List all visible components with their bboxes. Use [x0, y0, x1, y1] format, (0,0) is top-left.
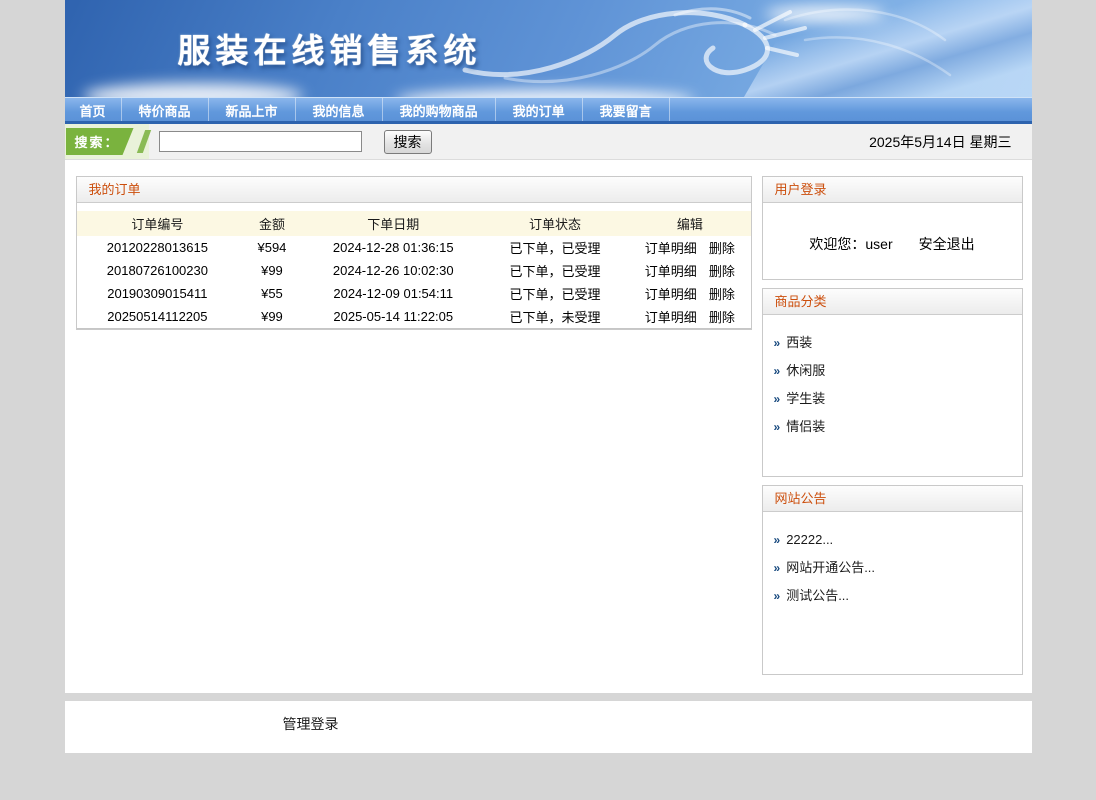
order-delete-link[interactable]: 删除 [709, 264, 735, 279]
category-list: » 西装 » 休闲服 » 学生装 » 情侣装 [763, 315, 1022, 476]
list-item: » 休闲服 [774, 357, 1022, 385]
logout-link[interactable]: 安全退出 [919, 236, 975, 252]
order-status: 已下单，已受理 [481, 236, 629, 259]
content-area: 我的订单 订单编号 金额 下单日期 订单状态 编辑 20120228013615 [65, 160, 1032, 693]
arrow-bullet-icon: » [774, 533, 781, 547]
order-id: 20120228013615 [77, 236, 239, 259]
nav-item-leave-message[interactable]: 我要留言 [583, 98, 670, 121]
order-actions: 订单明细删除 [629, 282, 750, 305]
category-link-student[interactable]: 学生装 [786, 391, 825, 406]
order-status: 已下单，已受理 [481, 259, 629, 282]
category-link-casual[interactable]: 休闲服 [786, 363, 825, 378]
nav-item-special-offers[interactable]: 特价商品 [122, 98, 209, 121]
list-item: » 测试公告... [774, 582, 1022, 610]
notice-link-1[interactable]: 22222... [786, 532, 833, 547]
user-login-box: 用户登录 欢迎您：user 安全退出 [762, 176, 1023, 280]
login-status: 欢迎您：user 安全退出 [763, 203, 1022, 279]
order-date: 2024-12-28 01:36:15 [306, 236, 481, 259]
order-actions: 订单明细删除 [629, 259, 750, 282]
order-actions: 订单明细删除 [629, 236, 750, 259]
product-categories-box: 商品分类 » 西装 » 休闲服 » 学生装 » 情侣装 [762, 288, 1023, 477]
welcome-label: 欢迎您： [809, 236, 865, 252]
order-delete-link[interactable]: 删除 [709, 241, 735, 256]
order-date: 2024-12-09 01:54:11 [306, 282, 481, 305]
order-date: 2024-12-26 10:02:30 [306, 259, 481, 282]
nav-item-my-orders[interactable]: 我的订单 [496, 98, 583, 121]
my-orders-panel: 我的订单 订单编号 金额 下单日期 订单状态 编辑 20120228013615 [76, 176, 752, 330]
notice-link-2[interactable]: 网站开通公告... [786, 560, 875, 575]
sidebar: 用户登录 欢迎您：user 安全退出 商品分类 » 西装 » 休闲服 » 学生装 » 情侣… [762, 176, 1023, 683]
order-date: 2025-05-14 11:22:05 [306, 305, 481, 328]
orders-table: 订单编号 金额 下单日期 订单状态 编辑 20120228013615 ¥594… [77, 211, 751, 329]
dragon-graphic [445, 0, 1025, 97]
search-label-stripe [136, 130, 150, 153]
order-amount: ¥55 [238, 282, 305, 305]
search-input[interactable] [159, 131, 362, 152]
table-header-row: 订单编号 金额 下单日期 订单状态 编辑 [77, 211, 751, 236]
cloud-graphic [83, 83, 303, 97]
order-delete-link[interactable]: 删除 [709, 310, 735, 325]
cloud-graphic [765, 6, 885, 22]
panel-title-notices: 网站公告 [763, 486, 1022, 512]
order-amount: ¥594 [238, 236, 305, 259]
panel-title-my-orders: 我的订单 [77, 177, 751, 203]
nav-item-new-arrivals[interactable]: 新品上市 [209, 98, 296, 121]
list-item: » 网站开通公告... [774, 554, 1022, 582]
order-id: 20190309015411 [77, 282, 239, 305]
arrow-bullet-icon: » [774, 364, 781, 378]
table-row: 20120228013615 ¥594 2024-12-28 01:36:15 … [77, 236, 751, 259]
current-date: 2025年5月14日 星期三 [869, 132, 1031, 152]
arrow-bullet-icon: » [774, 420, 781, 434]
site-notices-box: 网站公告 » 22222... » 网站开通公告... » 测试公告... [762, 485, 1023, 675]
list-item: » 西装 [774, 329, 1022, 357]
nav-item-my-cart[interactable]: 我的购物商品 [383, 98, 496, 121]
order-amount: ¥99 [238, 305, 305, 328]
order-detail-link[interactable]: 订单明细 [645, 310, 697, 325]
site-title: 服装在线销售系统 [178, 24, 482, 72]
panel-title-user-login: 用户登录 [763, 177, 1022, 203]
site-banner: 服装在线销售系统 [65, 0, 1032, 97]
order-status: 已下单，已受理 [481, 282, 629, 305]
table-row: 20190309015411 ¥55 2024-12-09 01:54:11 已… [77, 282, 751, 305]
username: user [865, 236, 892, 252]
search-label-zone: 搜索： [65, 124, 149, 159]
list-item: » 情侣装 [774, 413, 1022, 441]
arrow-bullet-icon: » [774, 336, 781, 350]
search-label: 搜索： [66, 128, 134, 155]
search-bar: 搜索： 搜索 2025年5月14日 星期三 [65, 124, 1032, 160]
order-detail-link[interactable]: 订单明细 [645, 264, 697, 279]
order-id: 20250514112205 [77, 305, 239, 328]
nav-item-my-info[interactable]: 我的信息 [296, 98, 383, 121]
category-link-suits[interactable]: 西装 [786, 335, 812, 350]
order-delete-link[interactable]: 删除 [709, 287, 735, 302]
main-nav: 首页 特价商品 新品上市 我的信息 我的购物商品 我的订单 我要留言 [65, 97, 1032, 124]
list-item: » 学生装 [774, 385, 1022, 413]
col-order-id: 订单编号 [77, 211, 239, 236]
search-button[interactable]: 搜索 [384, 130, 432, 154]
panel-title-categories: 商品分类 [763, 289, 1022, 315]
notice-list: » 22222... » 网站开通公告... » 测试公告... [763, 512, 1022, 674]
list-item: » 22222... [774, 526, 1022, 554]
footer: 管理登录 [65, 701, 1032, 753]
order-detail-link[interactable]: 订单明细 [645, 287, 697, 302]
order-id: 20180726100230 [77, 259, 239, 282]
col-amount: 金额 [238, 211, 305, 236]
order-detail-link[interactable]: 订单明细 [645, 241, 697, 256]
order-amount: ¥99 [238, 259, 305, 282]
order-actions: 订单明细删除 [629, 305, 750, 328]
col-edit: 编辑 [629, 211, 750, 236]
table-row: 20250514112205 ¥99 2025-05-14 11:22:05 已… [77, 305, 751, 328]
nav-item-home[interactable]: 首页 [65, 98, 122, 121]
arrow-bullet-icon: » [774, 589, 781, 603]
arrow-bullet-icon: » [774, 561, 781, 575]
col-order-date: 下单日期 [306, 211, 481, 236]
category-link-couple[interactable]: 情侣装 [786, 419, 825, 434]
col-status: 订单状态 [481, 211, 629, 236]
order-status: 已下单，未受理 [481, 305, 629, 328]
notice-link-3[interactable]: 测试公告... [786, 588, 849, 603]
admin-login-link[interactable]: 管理登录 [283, 716, 339, 732]
arrow-bullet-icon: » [774, 392, 781, 406]
page-container: 服装在线销售系统 首页 特价商品 新品上市 我的信息 我的购物商品 我的订单 我… [65, 0, 1032, 753]
table-row: 20180726100230 ¥99 2024-12-26 10:02:30 已… [77, 259, 751, 282]
